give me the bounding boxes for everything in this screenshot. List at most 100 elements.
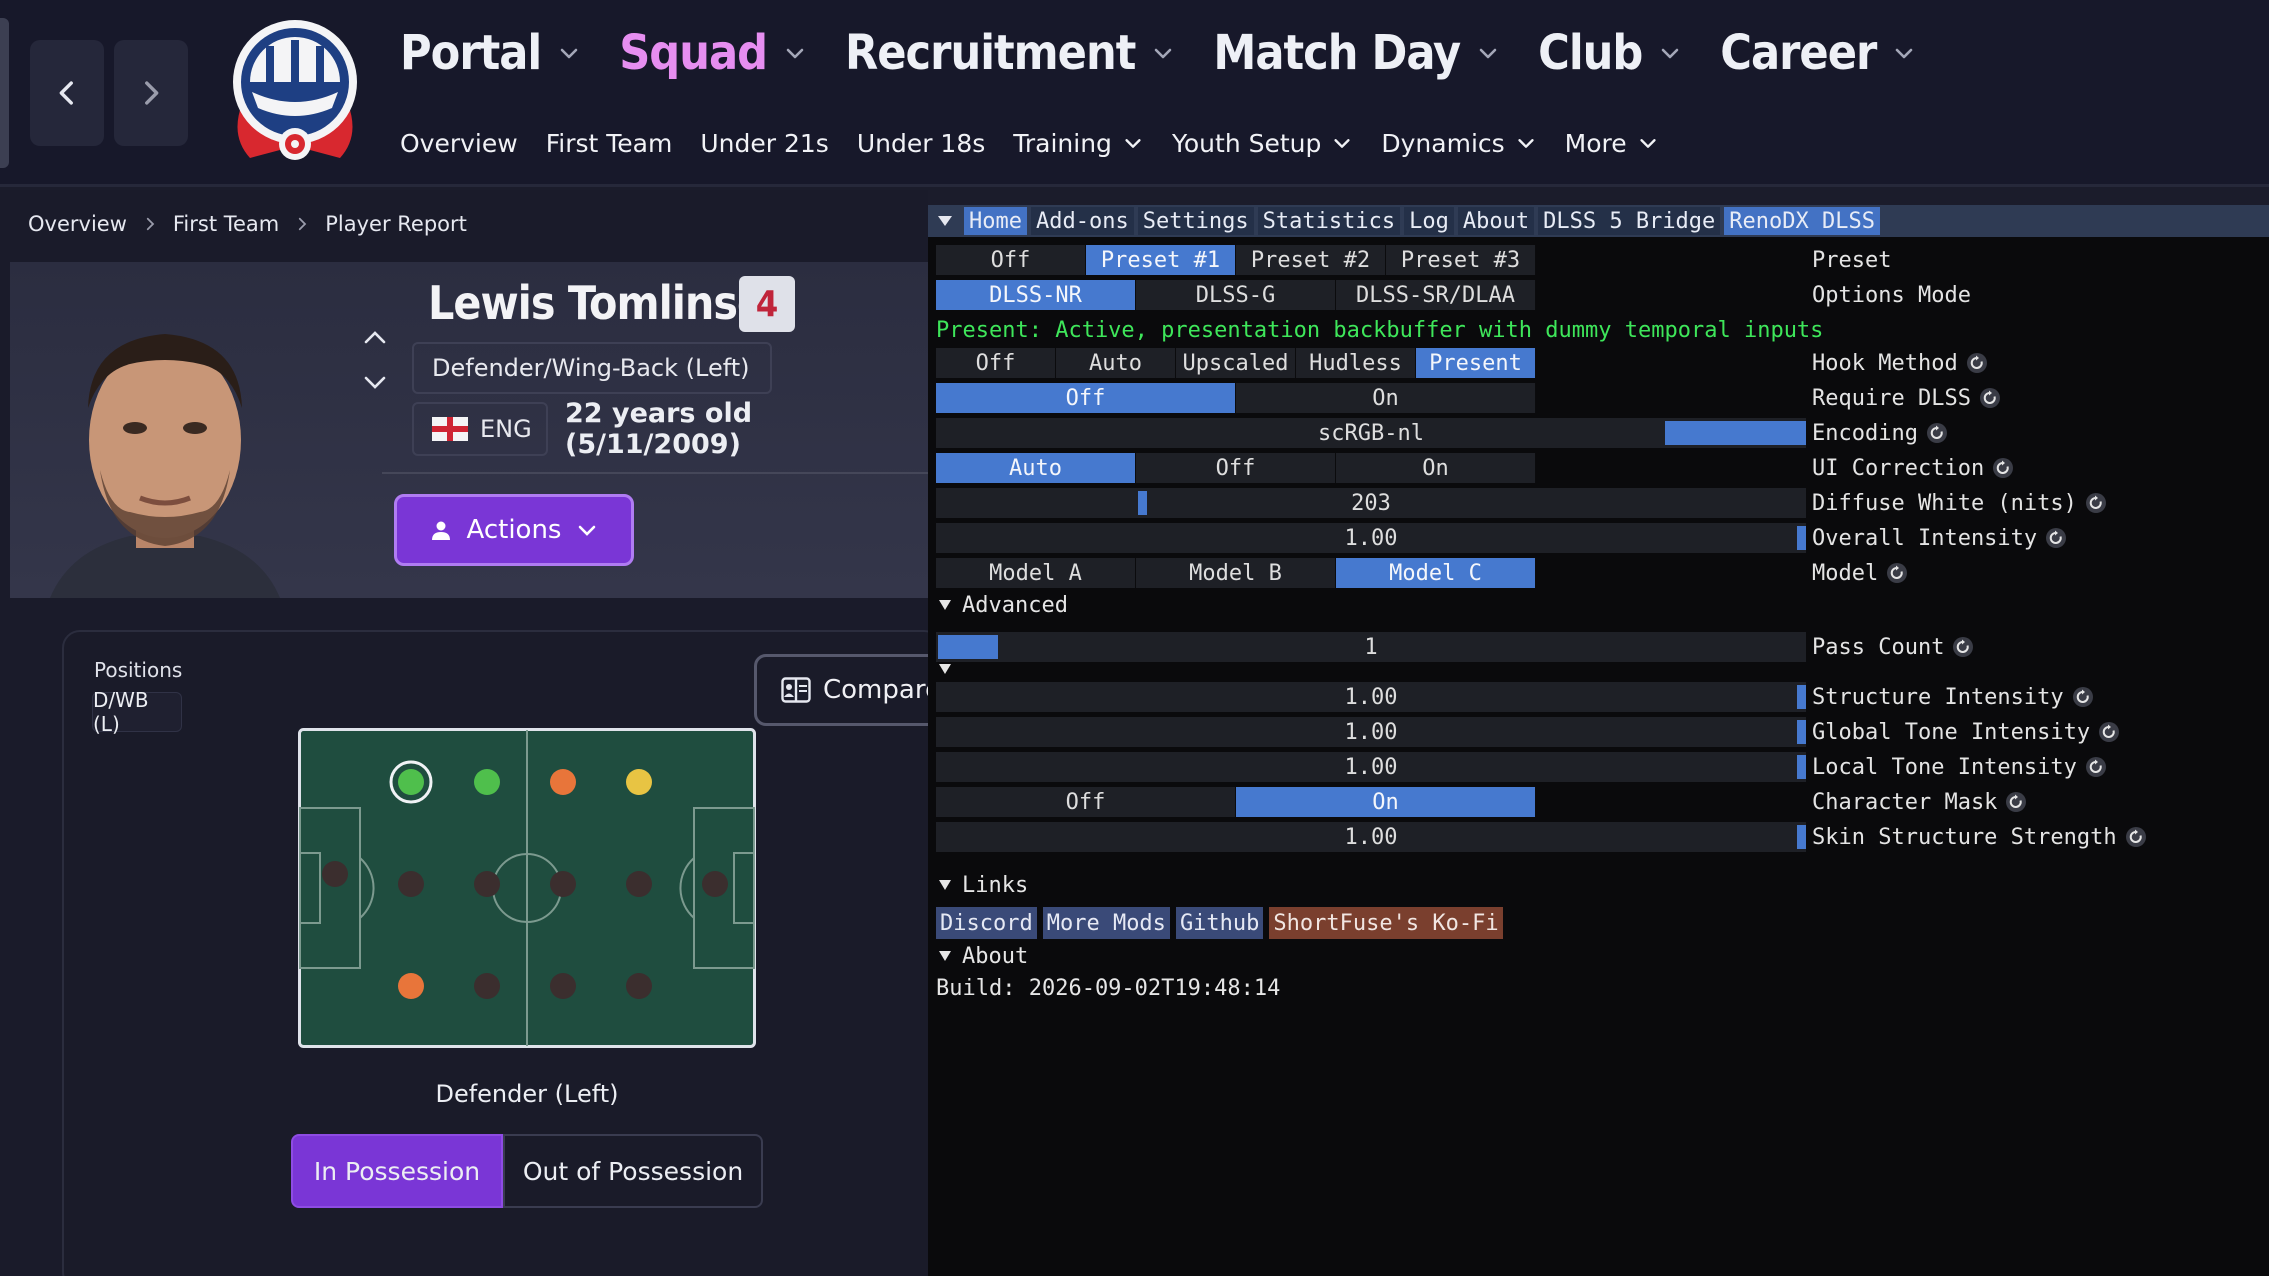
reset-icon[interactable] — [2005, 791, 2027, 813]
main-nav-portal[interactable]: Portal — [400, 25, 581, 81]
position-dot — [550, 871, 576, 897]
slider-grab[interactable] — [1797, 526, 1806, 550]
reset-icon[interactable] — [2085, 492, 2107, 514]
discord-link[interactable]: Discord — [936, 907, 1037, 939]
encoding-combo[interactable]: scRGB-nl — [936, 418, 1806, 448]
top-navigation-bar: Portal Squad Recruitment Match Day Club Caree… — [0, 0, 2269, 187]
option-present[interactable]: Present — [1416, 348, 1536, 378]
option-preset-3[interactable]: Preset #3 — [1386, 245, 1536, 275]
option-model-a[interactable]: Model A — [936, 558, 1136, 588]
chevron-down-icon — [1518, 139, 1534, 148]
england-flag-icon — [432, 417, 468, 441]
nationality-pill[interactable]: ENG — [412, 402, 548, 456]
collapse-triangle-icon[interactable] — [932, 214, 958, 228]
overlay-menu-about[interactable]: About — [1457, 207, 1535, 235]
overlay-menu-statistics[interactable]: Statistics — [1257, 207, 1401, 235]
unnamed-section-header[interactable] — [938, 655, 952, 683]
sub-nav-dynamics[interactable]: Dynamics — [1381, 129, 1536, 158]
overlay-menu-dlss-5-bridge[interactable]: DLSS 5 Bridge — [1538, 207, 1721, 235]
option-auto[interactable]: Auto — [1056, 348, 1176, 378]
reset-icon[interactable] — [1952, 636, 1974, 658]
option-hudless[interactable]: Hudless — [1296, 348, 1416, 378]
slider-grab[interactable] — [1797, 685, 1806, 709]
back-button[interactable] — [30, 40, 104, 146]
breadcrumb-overview[interactable]: Overview — [28, 212, 127, 236]
more-mods-link[interactable]: More Mods — [1042, 907, 1170, 939]
main-nav-label: Recruitment — [845, 25, 1136, 81]
reset-icon[interactable] — [1992, 457, 2014, 479]
local-tone-slider[interactable]: 1.00 — [936, 752, 1806, 782]
main-nav-label: Match Day — [1213, 25, 1461, 81]
option-on[interactable]: On — [1236, 787, 1536, 817]
main-nav-recruitment[interactable]: Recruitment — [845, 25, 1175, 81]
sub-nav-overview[interactable]: Overview — [400, 129, 518, 158]
main-nav-squad[interactable]: Squad — [619, 25, 807, 81]
chevron-down-icon — [1479, 48, 1497, 59]
option-on[interactable]: On — [1336, 453, 1536, 483]
option-on[interactable]: On — [1236, 383, 1536, 413]
sub-nav-first-team[interactable]: First Team — [546, 129, 673, 158]
option-model-c[interactable]: Model C — [1336, 558, 1536, 588]
sub-nav-more[interactable]: More — [1565, 129, 1659, 158]
tab-in-possession[interactable]: In Possession — [291, 1134, 503, 1208]
breadcrumb-first-team[interactable]: First Team — [173, 212, 279, 236]
option-off[interactable]: Off — [936, 383, 1236, 413]
reset-icon[interactable] — [1926, 422, 1948, 444]
links-section-header[interactable]: Links — [938, 871, 1028, 899]
main-nav-club[interactable]: Club — [1538, 25, 1682, 81]
reset-icon[interactable] — [2125, 826, 2147, 848]
option-auto[interactable]: Auto — [936, 453, 1136, 483]
option-preset-1[interactable]: Preset #1 — [1086, 245, 1236, 275]
sub-nav-training[interactable]: Training — [1013, 129, 1144, 158]
reset-icon[interactable] — [1979, 387, 2001, 409]
option-preset-2[interactable]: Preset #2 — [1236, 245, 1386, 275]
option-upscaled[interactable]: Upscaled — [1176, 348, 1296, 378]
skin-structure-slider[interactable]: 1.00 — [936, 822, 1806, 852]
slider-grab[interactable] — [1797, 825, 1806, 849]
forward-button[interactable] — [114, 40, 188, 146]
sub-nav-under-18s[interactable]: Under 18s — [857, 129, 985, 158]
reset-icon[interactable] — [2085, 756, 2107, 778]
option-model-b[interactable]: Model B — [1136, 558, 1336, 588]
collapse-triangle-icon — [939, 664, 951, 674]
option-off[interactable]: Off — [936, 787, 1236, 817]
kofi-link[interactable]: ShortFuse's Ko-Fi — [1269, 907, 1503, 939]
overlay-menu-settings[interactable]: Settings — [1137, 207, 1254, 235]
option-dlss-nr[interactable]: DLSS-NR — [936, 280, 1136, 310]
diffuse-white-slider[interactable]: 203 — [936, 488, 1806, 518]
overall-intensity-slider[interactable]: 1.00 — [936, 523, 1806, 553]
tab-out-of-possession[interactable]: Out of Possession — [503, 1134, 763, 1208]
about-section-header[interactable]: About — [938, 942, 1028, 970]
sub-nav-youth-setup[interactable]: Youth Setup — [1172, 129, 1353, 158]
club-crest-icon[interactable] — [220, 12, 370, 174]
reset-icon[interactable] — [2098, 721, 2120, 743]
overlay-menu-log[interactable]: Log — [1404, 207, 1454, 235]
global-tone-slider[interactable]: 1.00 — [936, 717, 1806, 747]
build-info: Build: 2026-09-02T19:48:14 — [936, 975, 1281, 1001]
reset-icon[interactable] — [2045, 527, 2067, 549]
slider-grab[interactable] — [1797, 755, 1806, 779]
reset-icon[interactable] — [2072, 686, 2094, 708]
advanced-section-header[interactable]: Advanced — [938, 591, 1068, 619]
pass-count-slider[interactable]: 1 — [936, 632, 1806, 662]
overlay-menu-add-ons[interactable]: Add-ons — [1030, 207, 1134, 235]
slider-grab[interactable] — [1797, 720, 1806, 744]
actions-button[interactable]: Actions — [394, 494, 634, 566]
option-off[interactable]: Off — [936, 245, 1086, 275]
reset-icon[interactable] — [1886, 562, 1908, 584]
structure-intensity-slider[interactable]: 1.00 — [936, 682, 1806, 712]
main-nav-match-day[interactable]: Match Day — [1213, 25, 1500, 81]
slider-grab[interactable] — [1138, 491, 1147, 515]
option-off[interactable]: Off — [936, 348, 1056, 378]
sub-nav-under-21s[interactable]: Under 21s — [700, 129, 828, 158]
main-nav-career[interactable]: Career — [1720, 25, 1916, 81]
overlay-menu-home[interactable]: Home — [964, 207, 1027, 235]
option-dlss-sr-dlaa[interactable]: DLSS-SR/DLAA — [1336, 280, 1536, 310]
sub-nav-label: First Team — [545, 128, 673, 158]
option-dlss-g[interactable]: DLSS-G — [1136, 280, 1336, 310]
player-prev-next-arrows[interactable] — [360, 322, 390, 402]
reset-icon[interactable] — [1966, 352, 1988, 374]
github-link[interactable]: Github — [1175, 907, 1264, 939]
option-off[interactable]: Off — [1136, 453, 1336, 483]
overlay-menu-renodx-dlss[interactable]: RenoDX DLSS — [1724, 207, 1880, 235]
